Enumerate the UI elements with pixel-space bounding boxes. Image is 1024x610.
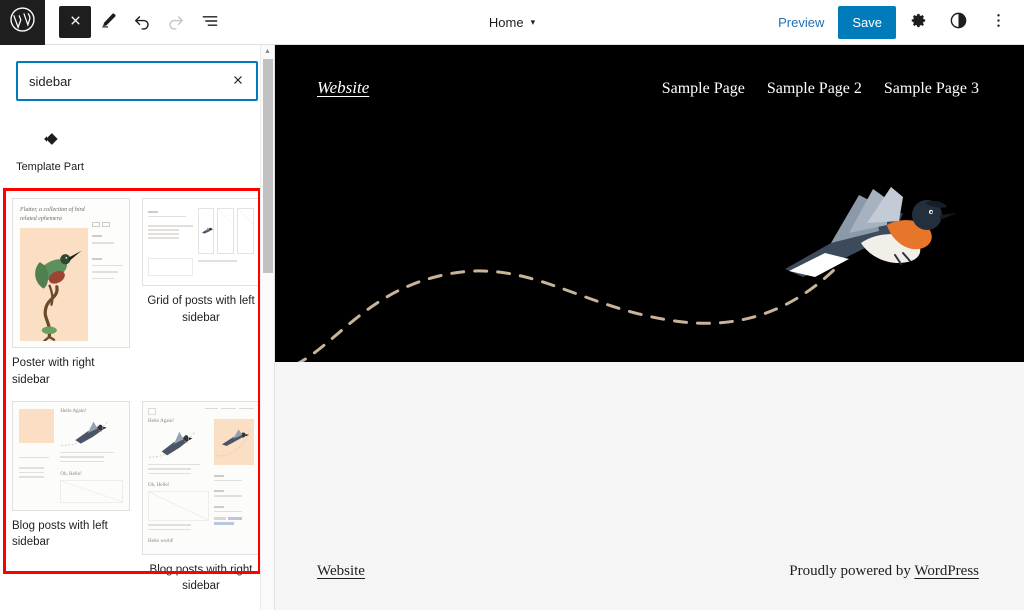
pattern-poster-right-sidebar[interactable]: Flutter, a collection of bird related ep… <box>12 198 130 388</box>
pattern-preview-heading: Oh, Hello! <box>148 483 170 489</box>
footer-site-title-link[interactable]: Website <box>317 563 365 580</box>
canvas-content-area <box>275 362 1024 532</box>
site-navigation: Sample Page Sample Page 2 Sample Page 3 <box>662 80 979 98</box>
pattern-label: Grid of posts with left sidebar <box>147 295 255 324</box>
site-footer: Website Proudly powered by WordPress <box>275 532 1024 610</box>
document-title-label: Home <box>488 15 524 30</box>
pattern-label: Blog posts with left sidebar <box>12 519 108 549</box>
flying-bird-icon <box>60 417 123 449</box>
wordpress-logo-button[interactable] <box>0 0 45 45</box>
editor-body: Template Part Flutter, a collection of b… <box>0 45 1024 610</box>
bird-illustration-icon <box>214 418 254 465</box>
pattern-blog-posts-left-sidebar[interactable]: Hello Again! Oh, Hello! Blog posts with … <box>12 400 130 595</box>
inserter-scrollbar[interactable]: ▲ <box>260 45 274 610</box>
site-preview-canvas: Website Sample Page Sample Page 2 Sample… <box>275 45 1024 610</box>
flying-bird-icon <box>148 427 209 461</box>
styles-button[interactable] <box>940 4 976 40</box>
document-title-dropdown[interactable]: Home ▾ <box>481 10 543 35</box>
scrollbar-thumb[interactable] <box>263 59 273 273</box>
pattern-thumbnail: Hello Again! <box>142 400 260 555</box>
pattern-thumbnail: Flutter, a collection of bird related ep… <box>12 198 130 349</box>
preview-button[interactable]: Preview <box>768 9 834 36</box>
gear-icon <box>909 11 928 33</box>
block-inserter-panel: Template Part Flutter, a collection of b… <box>0 45 275 610</box>
chevron-down-icon: ▾ <box>530 17 536 27</box>
close-x-icon <box>68 13 83 31</box>
scroll-up-arrow-icon[interactable]: ▲ <box>261 45 274 58</box>
pattern-label: Blog posts with right sidebar <box>149 563 253 593</box>
search-clear-button[interactable] <box>226 69 250 93</box>
blocks-results-section: Template Part <box>0 101 274 174</box>
pattern-preview-title: Flutter, a collection of bird related ep… <box>20 207 85 222</box>
toolbar-right-group: Preview Save <box>768 4 1024 40</box>
bird-illustration-icon <box>20 227 88 342</box>
editor-toolbar: Home ▾ Preview Save <box>0 0 1024 45</box>
patterns-grid: Flutter, a collection of bird related ep… <box>0 188 274 605</box>
list-view-icon <box>200 11 220 34</box>
pattern-thumbnail <box>142 198 260 287</box>
wordpress-logo-icon <box>9 6 36 38</box>
block-item-label: Template Part <box>16 161 84 173</box>
bird-thumbnail-icon <box>197 208 215 255</box>
edit-tool-button[interactable] <box>91 5 125 39</box>
pencil-edit-icon <box>99 11 118 33</box>
pattern-preview-heading: Hello Again! <box>60 408 87 414</box>
pattern-preview-heading: Hello world! <box>148 539 174 545</box>
inserter-search-area <box>0 45 274 101</box>
undo-arrow-icon <box>132 11 152 34</box>
search-input[interactable] <box>18 63 256 99</box>
redo-arrow-icon <box>166 11 186 34</box>
site-header: Website Sample Page Sample Page 2 Sample… <box>275 45 1024 362</box>
patterns-results-section: Flutter, a collection of bird related ep… <box>0 188 274 610</box>
pattern-label: Poster with right sidebar <box>12 357 95 386</box>
block-item-template-part[interactable]: Template Part <box>16 127 84 174</box>
more-options-button[interactable] <box>980 4 1016 40</box>
site-header-bar: Website Sample Page Sample Page 2 Sample… <box>275 45 1024 98</box>
pattern-blog-posts-right-sidebar[interactable]: Hello Again! Oh, Hello! Hello world! Blo… <box>142 400 260 595</box>
three-dots-vertical-icon <box>989 11 1008 33</box>
footer-credit: Proudly powered by WordPress <box>789 563 979 580</box>
nav-link-sample-page-3[interactable]: Sample Page 3 <box>884 80 979 98</box>
template-part-icon <box>39 127 61 151</box>
search-box[interactable] <box>16 61 258 101</box>
save-button[interactable]: Save <box>838 5 896 39</box>
contrast-half-circle-icon <box>949 11 968 33</box>
toolbar-left-group <box>45 5 227 39</box>
list-view-button[interactable] <box>193 5 227 39</box>
block-editor-window: Home ▾ Preview Save sidebar Template Par… <box>0 0 1024 610</box>
pattern-preview-heading: Hello Again! <box>148 418 174 424</box>
pattern-grid-posts-left-sidebar[interactable]: Grid of posts with left sidebar <box>142 198 260 388</box>
pattern-preview-heading: Oh, Hello! <box>60 472 82 478</box>
redo-button[interactable] <box>159 5 193 39</box>
undo-button[interactable] <box>125 5 159 39</box>
wordpress-link[interactable]: WordPress <box>914 563 979 579</box>
footer-credit-prefix: Proudly powered by <box>789 562 915 579</box>
sidebar-heading <box>214 474 225 477</box>
settings-button[interactable] <box>900 4 936 40</box>
nav-link-sample-page[interactable]: Sample Page <box>662 80 745 98</box>
site-title-link[interactable]: Website <box>317 78 369 98</box>
pattern-thumbnail: Hello Again! <box>12 400 130 511</box>
close-x-icon <box>231 73 245 90</box>
close-inserter-button[interactable] <box>59 6 91 38</box>
nav-link-sample-page-2[interactable]: Sample Page 2 <box>767 80 862 98</box>
